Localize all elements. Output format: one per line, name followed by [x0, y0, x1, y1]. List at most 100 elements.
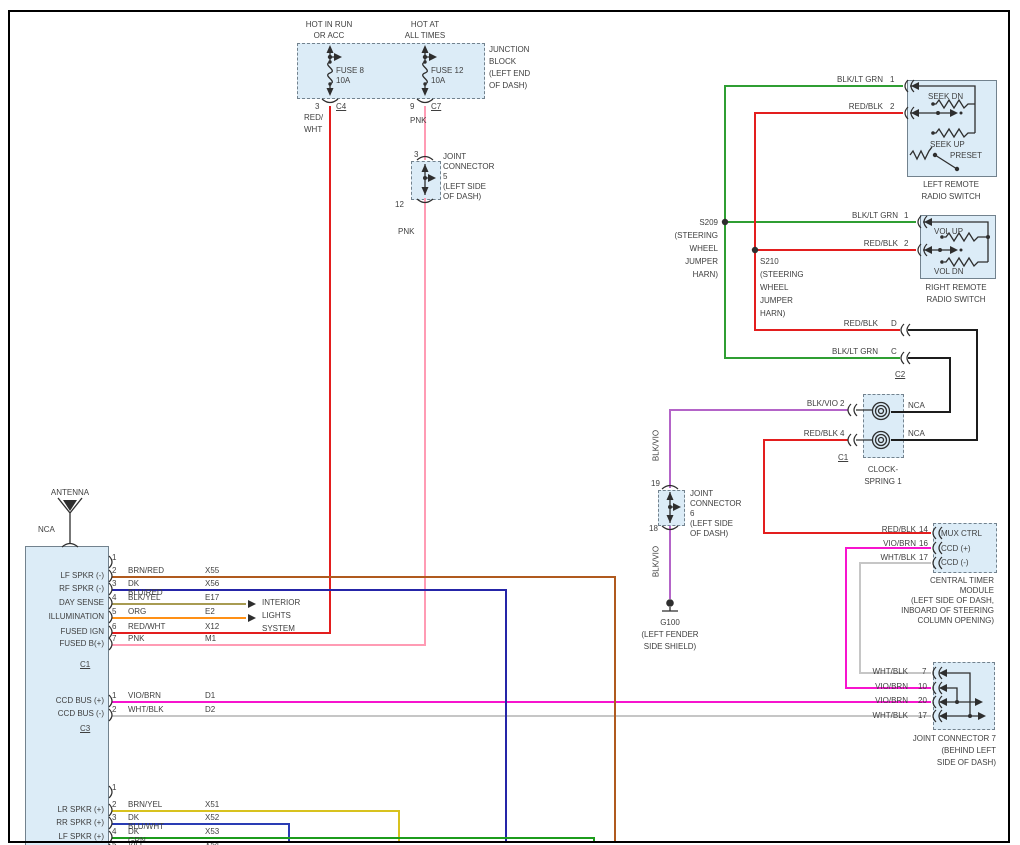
wire-label-pnk-1: PNK [410, 116, 427, 125]
circuit-code: X12 [205, 622, 220, 631]
cs-pinC-wire: BLK/LT GRN [832, 347, 878, 356]
ground-icon [662, 599, 678, 612]
pin-num: 7 [112, 634, 117, 643]
left-remote-title: LEFT REMOTE RADIO SWITCH [921, 180, 981, 201]
jc7-row-wire: WHT/BLK [872, 711, 908, 720]
right-remote-title: RIGHT REMOTE RADIO SWITCH [925, 283, 987, 304]
circuit-code: X55 [205, 566, 220, 575]
radio-fn: FUSED IGN [60, 627, 104, 636]
radio-fn: ILLUMINATION [48, 612, 104, 621]
pin-num: 4 [112, 827, 117, 836]
ctm-row-pin: 14 [919, 525, 928, 534]
pin-num: 1 [112, 691, 117, 700]
wire-name: BRN/YEL [128, 800, 163, 809]
jc6-title: JOINT CONNECTOR 6 (LEFT SIDE OF DASH) [690, 489, 742, 538]
pin-num: 3 [112, 813, 117, 822]
hot-at-all-times-label: HOT AT ALL TIMES [404, 20, 446, 40]
cs-connector-c1: C1 [838, 453, 849, 462]
jc7-row-pin: 7 [922, 667, 927, 676]
rr-pin1-num: 1 [904, 211, 909, 220]
cs-pinD-num: D [891, 319, 897, 328]
jc6-pin-top: 19 [651, 479, 660, 488]
ctm-row-wire: WHT/BLK [880, 553, 916, 562]
radio-fn: DAY SENSE [58, 598, 104, 607]
wire-name: RED/WHT [128, 622, 166, 631]
radio-fn: RF SPKR (-) [59, 584, 104, 593]
wire-dk-grn [112, 837, 595, 842]
radio-connector-c1: C1 [80, 660, 91, 669]
cs-connector-c2: C2 [895, 370, 906, 379]
ctm-fn-mux-ctrl: MUX CTRL [941, 529, 982, 538]
lr-pin1-num: 1 [890, 75, 895, 84]
jc7-row-wire: VIO/BRN [875, 696, 908, 705]
splice-s209-dot [721, 218, 729, 226]
ctm-fn-ccd-minus: CCD (-) [941, 558, 969, 567]
splice-s209-label: S209 (STEERING WHEEL JUMPER HARN) [674, 218, 718, 279]
clockspring-title: CLOCK- SPRING 1 [864, 465, 902, 486]
wire-label-pnk-2: PNK [398, 227, 415, 236]
jc7-row-pin: 10 [918, 682, 927, 691]
wire-label-blk-vio-1: BLK/VIO [651, 429, 661, 462]
wire-label-red-wht: RED/ WHT [304, 113, 324, 134]
joint-connector-5-symbol [421, 164, 436, 195]
circuit-code: D2 [205, 705, 216, 714]
seek-up-label: SEEK UP [930, 140, 965, 149]
jb-pin-3: 3 [315, 102, 320, 111]
g100-label: G100 (LEFT FENDER SIDE SHIELD) [641, 618, 699, 651]
jc7-row-wire: WHT/BLK [872, 667, 908, 676]
fuse-12-label: FUSE 12 10A [431, 66, 464, 85]
wire-name: ORG [128, 607, 147, 616]
wire-name: BLK/YEL [128, 593, 161, 602]
jc7-row-pin: 17 [918, 711, 927, 720]
junction-block-title: JUNCTION BLOCK (LEFT END OF DASH) [489, 45, 531, 90]
ctm-row-wire: RED/BLK [881, 525, 916, 534]
radio-fn: CCD BUS (+) [55, 696, 104, 705]
vol-up-label: VOL UP [934, 227, 964, 236]
lr-pin2-num: 2 [890, 102, 895, 111]
wiring-diagram-canvas: HOT IN RUN OR ACC HOT AT ALL TIMES JUNCT… [0, 0, 1020, 845]
cs-pin4-wire: RED/BLK [803, 429, 838, 438]
antenna-nca-label: NCA [38, 525, 55, 534]
pin-num: 2 [112, 800, 117, 809]
circuit-code: X54 [205, 840, 220, 845]
cs-pinD-wire: RED/BLK [843, 319, 878, 328]
preset-label: PRESET [950, 151, 983, 160]
jc5-pin-bottom: 12 [395, 200, 404, 209]
pin-num: 2 [112, 705, 117, 714]
radio-fn: LF SPKR (+) [58, 832, 104, 841]
radio-fn: RR SPKR (+) [56, 818, 104, 827]
rr-pin2-wire: RED/BLK [863, 239, 898, 248]
cs-nca-bottom: NCA [908, 429, 925, 438]
pin-num: 5 [112, 840, 117, 845]
lr-pin2-wire: RED/BLK [848, 102, 883, 111]
circuit-code: E2 [205, 607, 215, 616]
clockspring-coil-symbols [856, 401, 891, 450]
circuit-code: X56 [205, 579, 220, 588]
splice-s210-label: S210 (STEERING WHEEL JUMPER HARN) [760, 257, 804, 318]
cs-nca-top: NCA [908, 401, 925, 410]
jc5-pin-top: 3 [414, 150, 419, 159]
wire-name: BRN/RED [128, 566, 165, 575]
cs-pin4-num: 4 [840, 429, 845, 438]
antenna-icon [57, 497, 83, 544]
circuit-code: D1 [205, 691, 216, 700]
vol-dn-label: VOL DN [934, 267, 964, 276]
radio-fn: CCD BUS (-) [57, 709, 104, 718]
pin-glyphs [61, 79, 943, 845]
wires [112, 85, 978, 842]
jb-connector-c4: C4 [336, 102, 347, 111]
jb-connector-c7: C7 [431, 102, 442, 111]
wire-name: WHT/BLK [128, 705, 164, 714]
wire-red-wht-fused-ign [112, 106, 331, 634]
wire-brn-red [112, 576, 616, 842]
lr-pin1-wire: BLK/LT GRN [837, 75, 883, 84]
interior-lights-label: INTERIOR LIGHTS SYSTEM [262, 598, 301, 633]
seek-dn-label: SEEK DN [928, 92, 964, 101]
radio-fn: LF SPKR (-) [60, 571, 104, 580]
circuit-code: X53 [205, 827, 220, 836]
wire-name: VIO [128, 840, 142, 845]
jc7-title: JOINT CONNECTOR 7 (BEHIND LEFT SIDE OF D… [912, 734, 996, 767]
cs-pin2-wire: BLK/VIO [806, 399, 838, 408]
pin-num: 1 [112, 553, 117, 562]
jb-pin-9: 9 [410, 102, 415, 111]
